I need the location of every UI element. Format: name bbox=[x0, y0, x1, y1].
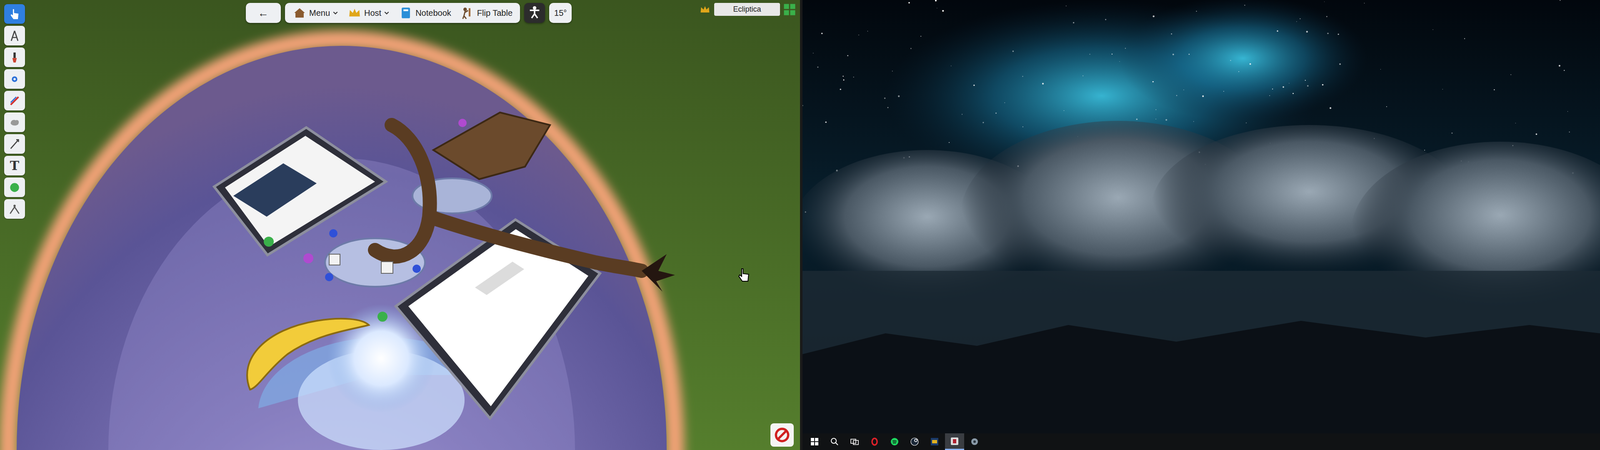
line-icon bbox=[7, 94, 22, 108]
purple-chip[interactable] bbox=[303, 253, 314, 264]
taskbar-item[interactable] bbox=[925, 433, 945, 450]
green-chip[interactable] bbox=[377, 311, 388, 322]
physics-button[interactable] bbox=[524, 2, 545, 23]
taskbar-item[interactable] bbox=[805, 433, 825, 450]
video-frame bbox=[233, 163, 317, 217]
opera-icon bbox=[869, 436, 880, 447]
green-chip[interactable] bbox=[263, 236, 274, 247]
wallpaper bbox=[802, 0, 1600, 434]
no-entry-icon bbox=[772, 425, 792, 445]
app-icon bbox=[969, 436, 980, 447]
tool-button[interactable] bbox=[4, 47, 25, 68]
game-toolbar: ←MenuHostNotebookFlip Table15° bbox=[245, 2, 572, 23]
taskbar-item[interactable] bbox=[845, 433, 865, 450]
table-surface bbox=[16, 45, 667, 450]
figure-icon bbox=[527, 5, 542, 20]
blue-pawn[interactable] bbox=[412, 264, 421, 273]
blue-pawn[interactable] bbox=[325, 272, 334, 282]
crown-icon bbox=[347, 5, 362, 20]
die[interactable] bbox=[381, 261, 393, 274]
compass-icon bbox=[7, 29, 22, 43]
text-tool-label: T bbox=[10, 158, 20, 173]
tablet-screen[interactable] bbox=[225, 135, 375, 247]
desktop bbox=[800, 0, 1600, 450]
paint-icon bbox=[7, 50, 22, 65]
steam-icon bbox=[909, 436, 920, 447]
tool-button[interactable] bbox=[4, 69, 25, 89]
crown-icon bbox=[699, 3, 711, 16]
tool-button[interactable] bbox=[4, 25, 25, 46]
tool-button[interactable] bbox=[4, 134, 25, 154]
tool-button[interactable] bbox=[4, 4, 25, 24]
flip-table-icon bbox=[460, 5, 475, 20]
spotify-icon bbox=[889, 436, 900, 447]
purple-chip[interactable] bbox=[458, 118, 467, 128]
tool-button[interactable]: T bbox=[4, 155, 25, 176]
back-button[interactable]: ← bbox=[245, 2, 281, 23]
game-icon bbox=[949, 436, 960, 447]
player-color-icon bbox=[783, 3, 796, 16]
taskbar-item[interactable] bbox=[825, 433, 845, 450]
tablet[interactable] bbox=[214, 127, 386, 255]
search-icon bbox=[829, 436, 840, 447]
chevron-down-icon bbox=[383, 10, 390, 16]
taskbar-item[interactable] bbox=[885, 433, 905, 450]
vector-icon bbox=[7, 137, 22, 151]
chevron-down-icon bbox=[332, 10, 339, 16]
tool-button[interactable] bbox=[4, 90, 25, 111]
search-box[interactable] bbox=[475, 261, 525, 295]
player-badge[interactable]: Ecliptica bbox=[699, 2, 796, 16]
tool-bar: T bbox=[4, 4, 25, 219]
player-name[interactable]: Ecliptica bbox=[714, 2, 780, 16]
taskbar-item[interactable] bbox=[965, 433, 985, 450]
task-view-icon bbox=[849, 436, 860, 447]
windows-icon bbox=[809, 436, 820, 447]
dragon-wing[interactable] bbox=[433, 112, 550, 180]
notebook-icon bbox=[398, 5, 413, 20]
spectator-button[interactable] bbox=[770, 423, 794, 447]
table-rim-glow bbox=[8, 39, 675, 450]
game-window[interactable]: ←MenuHostNotebookFlip Table15°EclipticaT bbox=[0, 0, 800, 450]
menu-item[interactable]: Flip Table bbox=[457, 3, 516, 23]
app-icon bbox=[929, 436, 940, 447]
taskbar-item[interactable] bbox=[865, 433, 885, 450]
rotation-button[interactable]: 15° bbox=[549, 2, 572, 23]
flick-icon bbox=[7, 115, 22, 130]
dragon-tail-tip[interactable] bbox=[641, 254, 675, 292]
blue-pawn[interactable] bbox=[329, 229, 338, 238]
menu-item[interactable]: Notebook bbox=[395, 3, 455, 23]
tool-button[interactable] bbox=[4, 199, 25, 219]
joint-icon bbox=[7, 72, 22, 86]
screen: ←MenuHostNotebookFlip Table15°EclipticaT bbox=[0, 0, 1600, 450]
hand-cursor-icon bbox=[735, 266, 753, 284]
menu-group: MenuHostNotebookFlip Table bbox=[285, 2, 520, 23]
banana[interactable] bbox=[247, 318, 369, 390]
tool-button[interactable] bbox=[4, 177, 25, 198]
die[interactable] bbox=[329, 254, 340, 265]
snap-icon bbox=[7, 202, 22, 216]
game-scene[interactable] bbox=[0, 0, 800, 450]
taskbar-item[interactable] bbox=[945, 433, 965, 450]
taskbar-item[interactable] bbox=[905, 433, 925, 450]
tool-button[interactable] bbox=[4, 112, 25, 133]
menu-item[interactable]: Host bbox=[344, 3, 393, 23]
house-icon bbox=[292, 5, 307, 20]
taskbar bbox=[802, 433, 1600, 450]
menu-item[interactable]: Menu bbox=[289, 3, 342, 23]
pointer-icon bbox=[7, 7, 22, 21]
gizmo-icon bbox=[7, 180, 22, 195]
